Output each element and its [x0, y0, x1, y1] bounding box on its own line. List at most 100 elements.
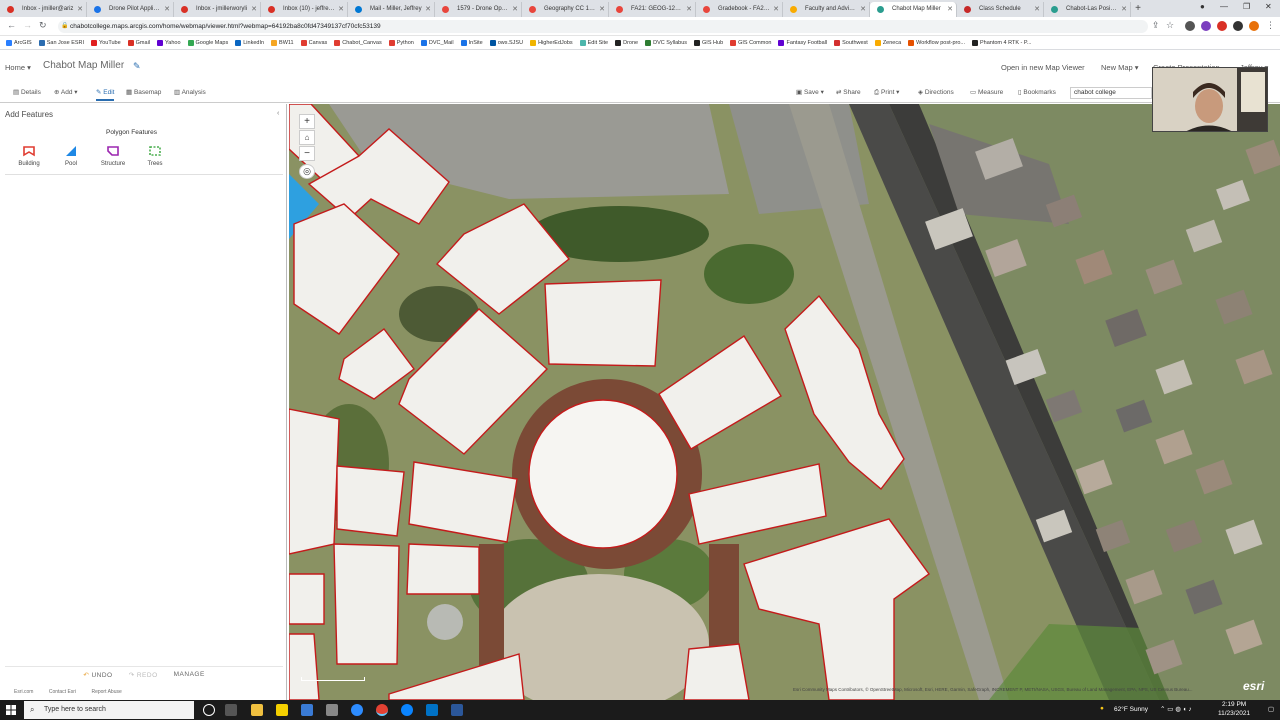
default-extent-button[interactable]: ⌂ [299, 130, 315, 145]
extension-icon[interactable] [1217, 21, 1227, 31]
bookmark-item[interactable]: Yahoo [157, 39, 181, 46]
notifications-icon[interactable]: ▢ [1268, 705, 1274, 713]
bookmark-item[interactable]: GIS Hub [694, 39, 723, 46]
close-tab-icon[interactable]: ✕ [599, 2, 605, 17]
basemap-button[interactable]: ▦ Basemap [126, 88, 161, 96]
save-button[interactable]: ▣ Save ▾ [796, 88, 824, 96]
browser-tab[interactable]: Drone Pilot Applicati ✕ [87, 2, 174, 17]
measure-button[interactable]: ▭ Measure [970, 88, 1003, 96]
close-tab-icon[interactable]: ✕ [512, 2, 518, 17]
sticky-notes-icon[interactable] [276, 704, 288, 716]
close-tab-icon[interactable]: ✕ [164, 2, 170, 17]
weather-text[interactable]: 62°F Sunny [1114, 706, 1148, 713]
browser-tab[interactable]: Faculty and Advisors ✕ [783, 2, 870, 17]
feature-template-building[interactable]: Building [8, 144, 50, 167]
add-button[interactable]: ⊕ Add ▾ [54, 88, 78, 96]
browser-tab[interactable]: Geography CC 1L Sp ✕ [522, 2, 609, 17]
bookmark-item[interactable]: Drone [615, 39, 638, 46]
bookmark-item[interactable]: Chabot_Canvas [334, 39, 382, 46]
bookmark-item[interactable]: Southwest [834, 39, 868, 46]
home-menu[interactable]: Home ▾ [5, 63, 31, 72]
reload-icon[interactable]: ↻ [39, 20, 47, 31]
feature-template-pool[interactable]: Pool [50, 144, 92, 167]
feature-template-trees[interactable]: Trees [134, 144, 176, 167]
task-view-icon[interactable] [225, 704, 237, 716]
bookmark-item[interactable]: ows.SJSU [489, 39, 523, 46]
browser-tab[interactable]: Class Schedule ✕ [957, 2, 1044, 17]
bookmark-item[interactable]: BW11 [271, 39, 294, 46]
bookmark-item[interactable]: Python [388, 39, 414, 46]
browser-tab[interactable]: Chabot Map Miller ✕ [870, 2, 957, 17]
chrome-icon[interactable] [376, 704, 388, 716]
bookmark-item[interactable]: LinkedIn [235, 39, 264, 46]
bookmark-item[interactable]: Google Maps [187, 39, 228, 46]
contact-esri-link[interactable]: Contact Esri [49, 689, 76, 695]
bookmark-item[interactable]: DVC_Mail [420, 39, 454, 46]
share-page-icon[interactable]: ⇪ [1152, 20, 1160, 31]
bookmark-item[interactable]: InSite [460, 39, 483, 46]
forward-icon[interactable]: → [23, 20, 32, 30]
new-tab-button[interactable]: + [1131, 2, 1145, 17]
browser-menu-icon[interactable]: ⋮ [1266, 20, 1275, 31]
zoom-out-button[interactable]: − [299, 146, 315, 161]
bookmark-item[interactable]: Fantasy Football [778, 39, 827, 46]
redo-button[interactable]: ↷ REDO [129, 671, 158, 679]
zoom-in-button[interactable]: + [299, 114, 315, 129]
browser-tab[interactable]: Gradebook - FA21: G ✕ [696, 2, 783, 17]
details-button[interactable]: ▤ Details [13, 88, 41, 96]
close-tab-icon[interactable]: ✕ [251, 2, 257, 17]
url-field[interactable]: 🔒 chabotcollege.maps.arcgis.com/home/web… [58, 20, 1148, 33]
close-tab-icon[interactable]: ✕ [773, 2, 779, 17]
bookmarks-button[interactable]: ▯ Bookmarks [1018, 88, 1056, 96]
analysis-button[interactable]: ▥ Analysis [174, 88, 206, 96]
open-new-map-viewer-link[interactable]: Open in new Map Viewer [1001, 63, 1085, 72]
bookmark-item[interactable]: GIS Common [730, 39, 771, 46]
camera-icon[interactable] [326, 704, 338, 716]
browser-tab[interactable]: Inbox - jmiller@ariz ✕ [0, 2, 87, 17]
edit-title-icon[interactable]: ✎ [133, 61, 141, 72]
clock-time[interactable]: 2:19 PM [1222, 701, 1246, 708]
browser-tab[interactable]: Mail - Miller, Jeffrey ✕ [348, 2, 435, 17]
print-button[interactable]: ⎙ Print ▾ [874, 88, 899, 97]
undo-button[interactable]: ↶ UNDO [83, 671, 112, 679]
close-window-icon[interactable]: ✕ [1265, 2, 1272, 11]
close-tab-icon[interactable]: ✕ [1121, 2, 1127, 17]
bookmark-item[interactable]: Phantom 4 RTK - P... [971, 39, 1031, 46]
close-tab-icon[interactable]: ✕ [1034, 2, 1040, 17]
bookmark-item[interactable]: HigherEdJobs [530, 39, 573, 46]
restore-icon[interactable]: ❐ [1243, 2, 1250, 11]
system-tray-icons[interactable]: ⌃ ▭ ◍ ◖ ♪ [1160, 705, 1192, 713]
edit-button[interactable]: ✎ Edit [96, 88, 115, 101]
back-icon[interactable]: ← [7, 20, 16, 30]
browser-tab[interactable]: Inbox - jmillerworyli ✕ [174, 2, 261, 17]
browser-app-icon[interactable] [401, 704, 413, 716]
manage-button[interactable]: MANAGE [174, 671, 205, 678]
directions-button[interactable]: ◈ Directions [918, 88, 954, 96]
close-tab-icon[interactable]: ✕ [947, 2, 953, 17]
report-abuse-link[interactable]: Report Abuse [91, 689, 121, 695]
windows-start-icon[interactable] [6, 705, 16, 715]
bookmark-item[interactable]: Canvas [300, 39, 327, 46]
share-button[interactable]: ⇄ Share [836, 88, 861, 96]
new-map-menu[interactable]: New Map ▾ [1101, 63, 1139, 72]
bookmark-item[interactable]: YouTube [91, 39, 121, 46]
esri-link[interactable]: Esri.com [14, 689, 33, 695]
outlook-icon[interactable] [426, 704, 438, 716]
extensions-puzzle-icon[interactable] [1233, 21, 1243, 31]
file-explorer-icon[interactable] [251, 704, 263, 716]
bookmark-star-icon[interactable]: ☆ [1166, 20, 1174, 31]
calculator-icon[interactable] [301, 704, 313, 716]
extension-icon[interactable] [1185, 21, 1195, 31]
bookmark-item[interactable]: DVC Syllabus [645, 39, 687, 46]
bookmark-item[interactable]: Zeneca [874, 39, 901, 46]
close-tab-icon[interactable]: ✕ [860, 2, 866, 17]
zoom-app-icon[interactable] [351, 704, 363, 716]
close-tab-icon[interactable]: ✕ [425, 2, 431, 17]
map-view[interactable]: + ⌂ − ◎ Esri Community Maps Contributors… [289, 104, 1280, 700]
feature-template-structure[interactable]: Structure [92, 144, 134, 167]
close-tab-icon[interactable]: ✕ [686, 2, 692, 17]
bookmark-item[interactable]: ArcGIS [6, 39, 32, 46]
locate-button[interactable]: ◎ [299, 164, 315, 179]
browser-tab[interactable]: Chabot-Las Positas ✕ [1044, 2, 1131, 17]
taskbar-search-input[interactable]: ⌕ Type here to search [24, 701, 194, 719]
